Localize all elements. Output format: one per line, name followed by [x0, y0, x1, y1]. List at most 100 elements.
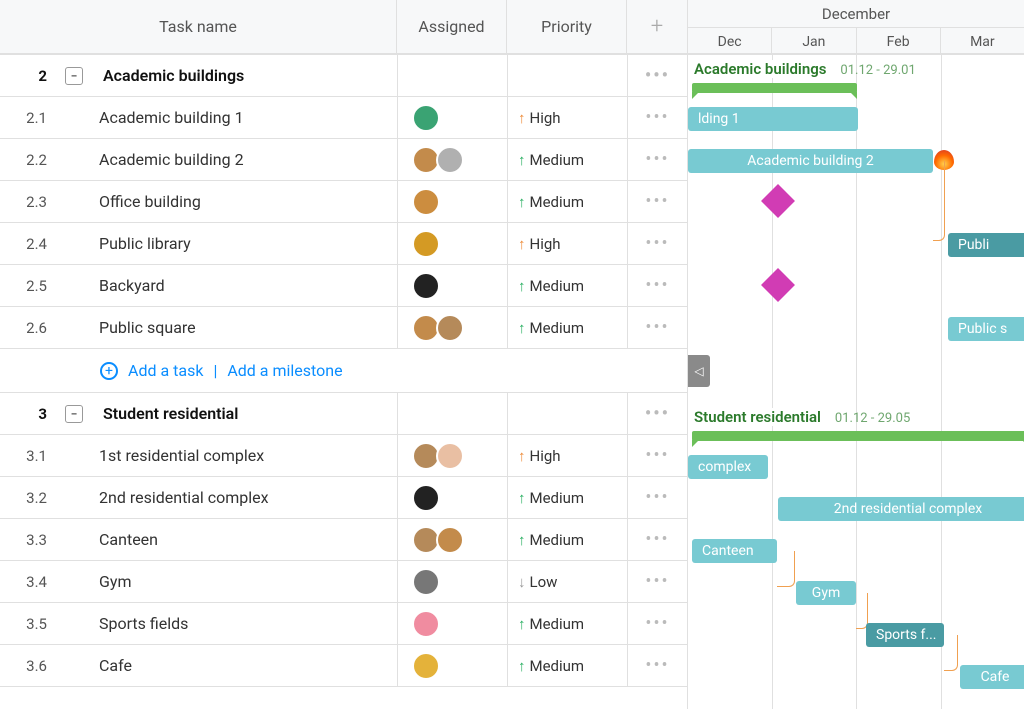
cell-assigned[interactable] [397, 603, 507, 644]
priority-label: Low [530, 573, 558, 591]
arrow-up-icon: ↑ [518, 615, 526, 633]
gantt-milestone[interactable] [761, 268, 795, 302]
task-row[interactable]: 3.5 Sports fields ↑Medium ••• [0, 603, 687, 645]
priority-label: High [530, 447, 561, 465]
cell-priority[interactable]: ↑Medium [507, 307, 627, 348]
gantt-bar[interactable]: Cafe [960, 665, 1024, 689]
row-actions[interactable]: ••• [627, 139, 687, 180]
gantt-bar[interactable]: Gym [796, 581, 856, 605]
task-row[interactable]: 3.3 Canteen ↑Medium ••• [0, 519, 687, 561]
task-name: Public square [89, 307, 397, 348]
task-row[interactable]: 2.5 Backyard ↑Medium ••• [0, 265, 687, 307]
task-row[interactable]: 3.1 1st residential complex ↑High ••• [0, 435, 687, 477]
gantt-group[interactable]: Academic buildings 01.12 - 29.01 [692, 59, 1022, 81]
cell-priority[interactable]: ↑Medium [507, 139, 627, 180]
month-col[interactable]: Mar [941, 28, 1024, 55]
month-col[interactable]: Feb [857, 28, 941, 55]
row-actions[interactable]: ••• [627, 265, 687, 306]
task-name: Gym [89, 561, 397, 602]
row-actions[interactable]: ••• [627, 181, 687, 222]
task-row[interactable]: 3.2 2nd residential complex ↑Medium ••• [0, 477, 687, 519]
collapse-toggle[interactable]: − [65, 67, 83, 85]
gantt-group[interactable]: Student residential 01.12 - 29.05 [692, 407, 1022, 429]
cell-assigned[interactable] [397, 435, 507, 476]
cell-priority[interactable]: ↑Medium [507, 477, 627, 518]
col-header-assigned[interactable]: Assigned [397, 0, 507, 53]
task-name: Sports fields [89, 603, 397, 644]
collapse-toggle[interactable]: − [65, 405, 83, 423]
row-actions[interactable]: ••• [627, 477, 687, 518]
priority-label: Medium [530, 193, 585, 211]
gantt-bar[interactable]: Academic building 2 [688, 149, 933, 173]
cell-assigned[interactable] [397, 561, 507, 602]
cell-assigned[interactable] [397, 307, 507, 348]
cell-priority[interactable]: ↑Medium [507, 645, 627, 686]
cell-assigned[interactable] [397, 97, 507, 138]
cell-priority[interactable]: ↑Medium [507, 603, 627, 644]
group-row[interactable]: 3 − Student residential ••• [0, 393, 687, 435]
cell-assigned[interactable] [397, 223, 507, 264]
task-number: 3.2 [0, 477, 55, 518]
add-task-link[interactable]: Add a task [128, 361, 203, 380]
task-row[interactable]: 2.4 Public library ↑High ••• [0, 223, 687, 265]
gantt-milestone[interactable] [761, 184, 795, 218]
row-actions[interactable]: ••• [627, 393, 687, 434]
row-actions[interactable]: ••• [627, 519, 687, 560]
task-row[interactable]: 2.3 Office building ↑Medium ••• [0, 181, 687, 223]
gantt-bar[interactable]: complex [688, 455, 768, 479]
add-row: + Add a task | Add a milestone [0, 349, 687, 393]
task-row[interactable]: 2.2 Academic building 2 ↑Medium ••• [0, 139, 687, 181]
cell-assigned [397, 393, 507, 434]
task-row[interactable]: 2.1 Academic building 1 ↑High ••• [0, 97, 687, 139]
row-actions[interactable]: ••• [627, 645, 687, 686]
collapse-splitter[interactable]: ◁ [688, 355, 710, 387]
row-actions[interactable]: ••• [627, 603, 687, 644]
cell-priority[interactable]: ↑Medium [507, 265, 627, 306]
row-actions[interactable]: ••• [627, 97, 687, 138]
row-actions[interactable]: ••• [627, 561, 687, 602]
row-actions[interactable]: ••• [627, 223, 687, 264]
group-row[interactable]: 2 − Academic buildings ••• [0, 55, 687, 97]
gantt-bar[interactable]: Publi [948, 233, 1024, 257]
add-column-button[interactable]: + [627, 0, 687, 53]
task-number: 2.4 [0, 223, 55, 264]
gantt-bar[interactable]: Canteen [692, 539, 777, 563]
row-actions[interactable]: ••• [627, 435, 687, 476]
task-row[interactable]: 3.4 Gym ↓Low ••• [0, 561, 687, 603]
cell-assigned[interactable] [397, 477, 507, 518]
add-milestone-link[interactable]: Add a milestone [227, 361, 342, 380]
gantt-bar[interactable]: Public s [948, 317, 1024, 341]
cell-assigned[interactable] [397, 265, 507, 306]
task-number: 3.3 [0, 519, 55, 560]
cell-assigned[interactable] [397, 181, 507, 222]
col-header-priority[interactable]: Priority [507, 0, 627, 53]
cell-priority[interactable]: ↑High [507, 435, 627, 476]
cell-assigned[interactable] [397, 139, 507, 180]
cell-priority[interactable]: ↑Medium [507, 519, 627, 560]
month-col[interactable]: Jan [772, 28, 856, 55]
grid-body: 2 − Academic buildings ••• 2.1 Academic … [0, 55, 687, 709]
row-actions[interactable]: ••• [627, 55, 687, 96]
arrow-up-icon: ↑ [518, 193, 526, 211]
cell-priority[interactable]: ↑Medium [507, 181, 627, 222]
cell-assigned[interactable] [397, 519, 507, 560]
task-grid: Task name Assigned Priority + 2 − Academ… [0, 0, 688, 709]
task-number: 3.1 [0, 435, 55, 476]
month-col[interactable]: Dec [688, 28, 772, 55]
arrow-up-icon: ↑ [518, 277, 526, 295]
cell-assigned[interactable] [397, 645, 507, 686]
gantt-group-dates: 01.12 - 29.05 [835, 411, 910, 426]
col-header-task[interactable]: Task name [0, 0, 397, 53]
cell-priority[interactable]: ↑High [507, 97, 627, 138]
gantt-bar[interactable]: lding 1 [688, 107, 858, 131]
row-actions[interactable]: ••• [627, 307, 687, 348]
cell-priority[interactable]: ↓Low [507, 561, 627, 602]
task-row[interactable]: 2.6 Public square ↑Medium ••• [0, 307, 687, 349]
task-row[interactable]: 3.6 Cafe ↑Medium ••• [0, 645, 687, 687]
gantt-panel[interactable]: December Dec Jan Feb Mar Academic buildi… [688, 0, 1024, 709]
gantt-bar[interactable]: Sports f... [866, 623, 944, 647]
cell-assigned [397, 55, 507, 96]
cell-priority[interactable]: ↑High [507, 223, 627, 264]
gantt-body[interactable]: Academic buildings 01.12 - 29.01 lding 1… [688, 55, 1024, 709]
gantt-bar[interactable]: 2nd residential complex [778, 497, 1024, 521]
